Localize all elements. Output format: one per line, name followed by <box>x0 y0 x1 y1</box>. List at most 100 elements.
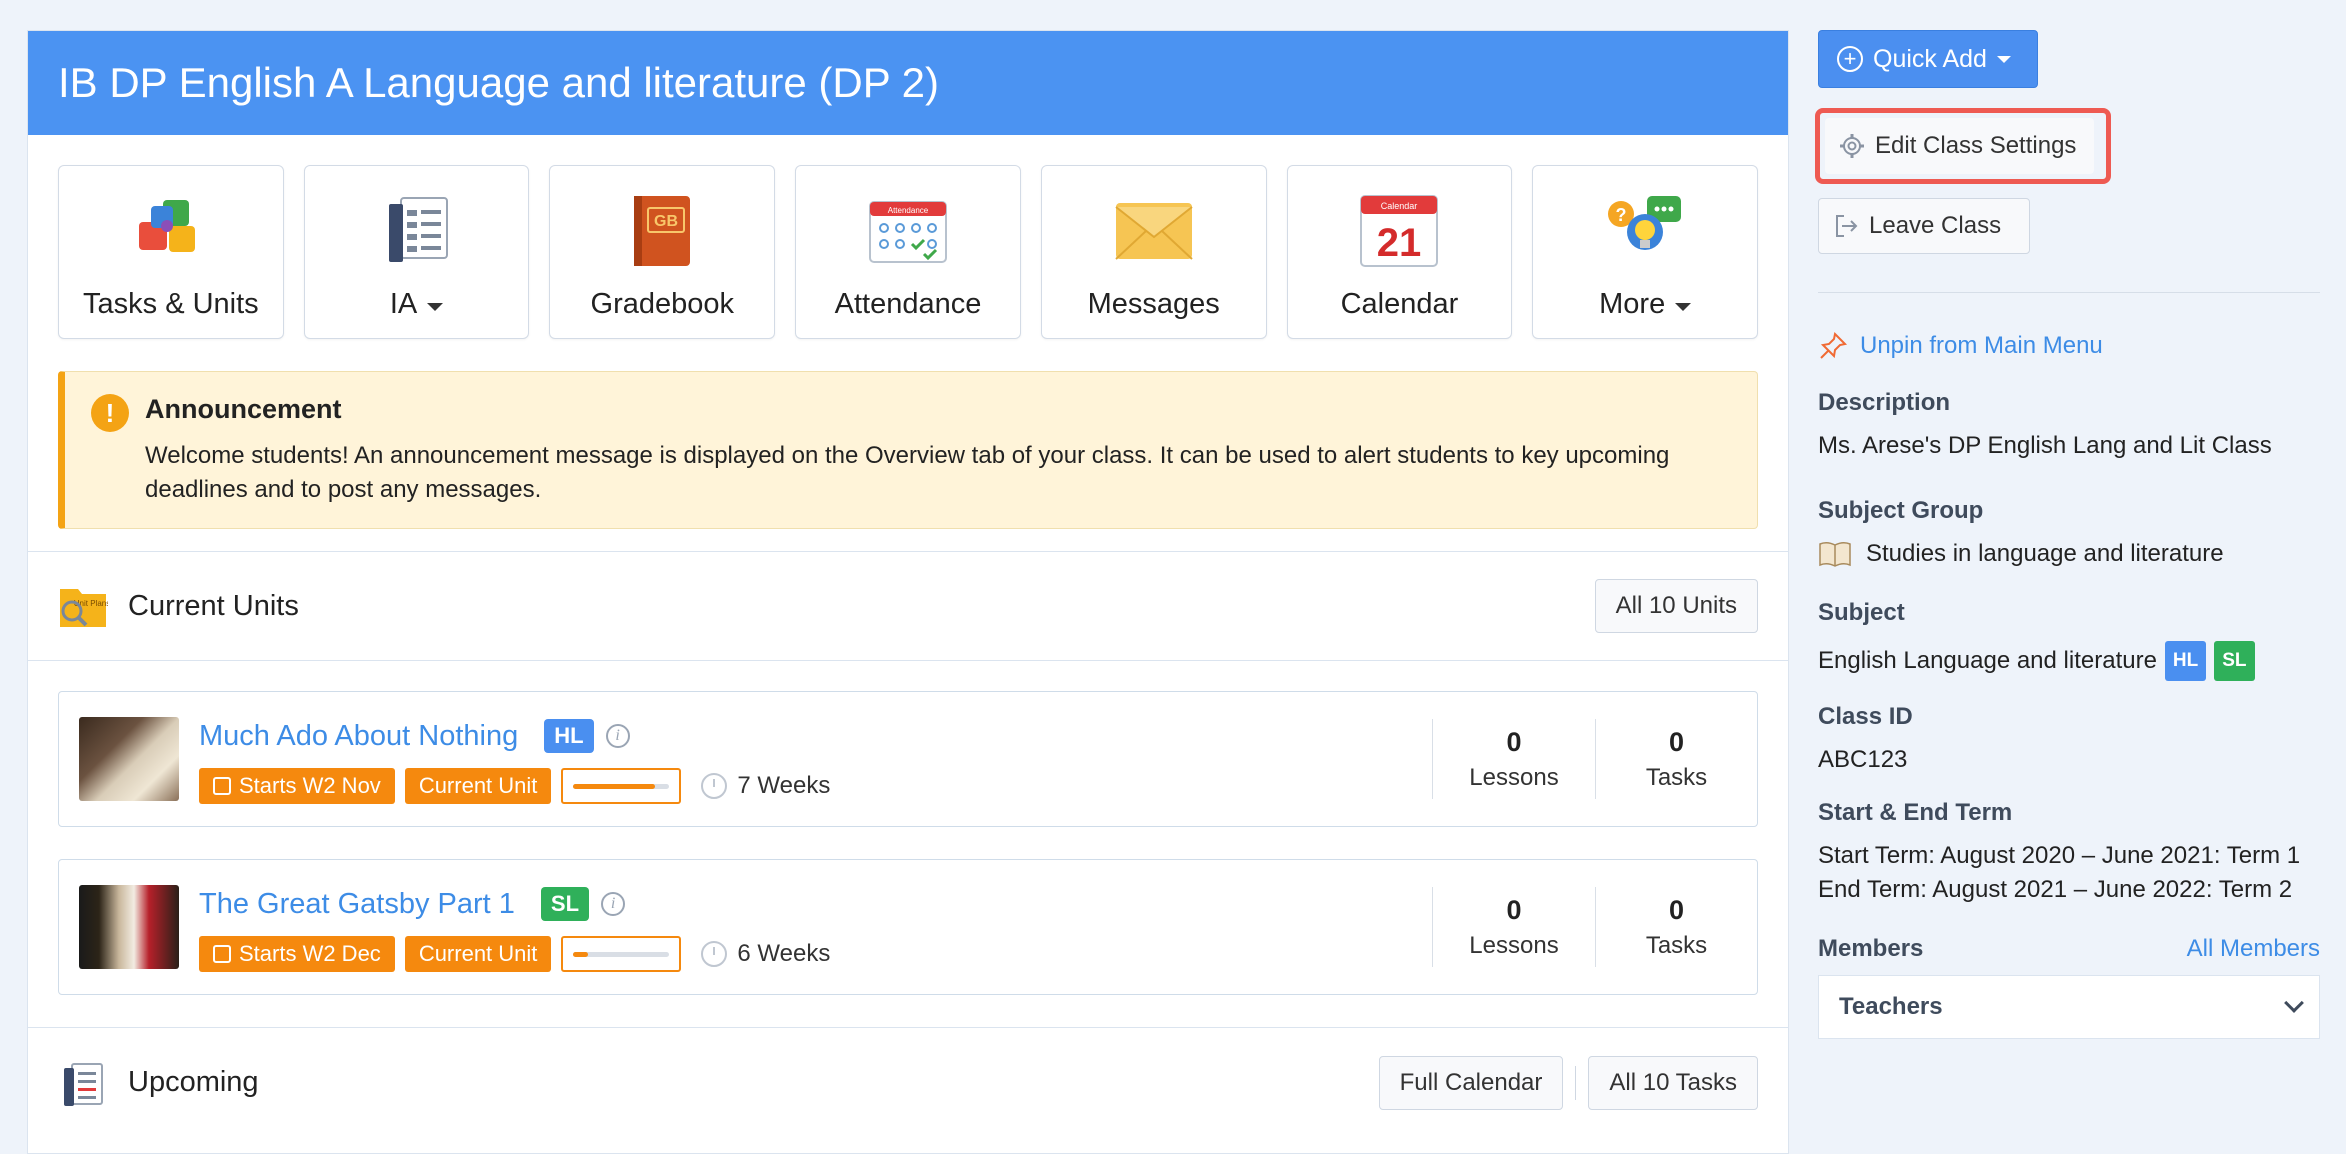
tile-calendar[interactable]: Calendar 21 Calendar <box>1286 165 1513 339</box>
quick-add-button[interactable]: + Quick Add <box>1818 30 2038 88</box>
start-date-text: Starts W2 Nov <box>239 773 381 798</box>
info-icon[interactable]: i <box>605 724 630 748</box>
sl-badge: SL <box>2214 641 2255 681</box>
more-icon: ? <box>1605 190 1685 270</box>
calendar-small-icon <box>213 945 231 963</box>
class-title: IB DP English A Language and literature … <box>58 59 940 106</box>
attendance-icon: Attendance <box>868 190 948 270</box>
class-title-bar: IB DP English A Language and literature … <box>28 31 1788 135</box>
class-overview-panel: IB DP English A Language and literature … <box>27 30 1789 1154</box>
highlight-box: Edit Class Settings <box>1815 108 2111 184</box>
divider <box>1575 1065 1577 1100</box>
tasks-count: 0 <box>1668 726 1685 757</box>
unit-stats: 0 Lessons 0 Tasks <box>1432 887 1757 967</box>
subject-label: Subject <box>1818 599 1905 626</box>
tile-ia[interactable]: IA <box>303 165 530 339</box>
current-units-title: Current Units <box>128 589 299 622</box>
clock-icon <box>701 773 728 799</box>
gradebook-icon-text: GB <box>654 213 678 230</box>
start-term-value: Start Term: August 2020 – June 2021: Ter… <box>1818 842 2301 869</box>
current-units-header: Unit Plans Current Units All 10 Units <box>28 551 1788 661</box>
leave-class-button[interactable]: Leave Class <box>1818 198 2030 254</box>
unit-duration: 7 Weeks <box>737 772 831 799</box>
upcoming-icon <box>58 1058 108 1108</box>
quick-add-label: Quick Add <box>1873 44 1987 73</box>
class-id-value: ABC123 <box>1818 746 1908 773</box>
lessons-label: Lessons <box>1469 763 1559 791</box>
tasks-label: Tasks <box>1645 763 1708 791</box>
info-icon[interactable]: i <box>601 892 626 916</box>
tile-label: Messages <box>1087 288 1220 320</box>
gradebook-icon: GB <box>622 190 702 270</box>
description-label: Description <box>1818 389 1951 416</box>
subject-group-text: Studies in language and literature <box>1866 540 2224 567</box>
leave-class-label: Leave Class <box>1869 212 2002 239</box>
unit-card[interactable]: Much Ado About Nothing HL i Starts W2 No… <box>58 691 1758 827</box>
unit-progress-bar <box>561 936 682 972</box>
level-badge: SL <box>540 887 590 921</box>
lessons-count: 0 <box>1506 894 1522 925</box>
tile-tasks-units[interactable]: Tasks & Units <box>58 165 284 339</box>
all-members-link[interactable]: All Members <box>2187 935 2320 963</box>
lessons-label: Lessons <box>1469 931 1559 959</box>
unit-duration: 6 Weeks <box>737 940 831 967</box>
calendar-icon-header: Calendar <box>1381 201 1418 211</box>
puzzle-icon <box>131 190 211 270</box>
upcoming-title: Upcoming <box>128 1066 259 1098</box>
unit-title-link[interactable]: Much Ado About Nothing <box>199 720 518 753</box>
class-sidebar: + Quick Add Edit Class Settings Leave Cl… <box>1815 30 2320 1039</box>
end-term-value: End Term: August 2021 – June 2022: Term … <box>1818 876 2293 903</box>
unit-progress-fill <box>573 952 588 957</box>
tile-messages[interactable]: Messages <box>1040 165 1267 339</box>
warning-icon: ! <box>91 394 129 432</box>
lessons-stat: 0 Lessons <box>1433 887 1595 967</box>
tile-more[interactable]: ? More <box>1532 165 1759 339</box>
class-id-label: Class ID <box>1818 703 1913 730</box>
tile-gradebook[interactable]: GB Gradebook <box>549 165 776 339</box>
tasks-count: 0 <box>1668 894 1685 925</box>
announcement-box: ! Announcement Welcome students! An anno… <box>58 371 1758 529</box>
announcement-title: Announcement <box>145 394 342 424</box>
subject-text: English Language and literature <box>1818 647 2157 674</box>
class-nav-tiles: Tasks & Units IA GB Gradebook Attendance… <box>28 135 1788 339</box>
calendar-icon: Calendar 21 <box>1359 190 1439 270</box>
tile-attendance[interactable]: Attendance Attendance <box>795 165 1021 339</box>
caret-down-icon <box>427 302 444 311</box>
hl-badge: HL <box>2164 641 2207 681</box>
start-date-tag: Starts W2 Dec <box>199 936 395 972</box>
calendar-icon-day: 21 <box>1377 221 1422 265</box>
members-label: Members <box>1818 935 1924 962</box>
subject-group-label: Subject Group <box>1818 497 1984 524</box>
subject-value: English Language and literature HL SL <box>1818 641 2318 681</box>
clock-icon <box>701 941 728 967</box>
divider <box>1818 292 2320 293</box>
all-units-button[interactable]: All 10 Units <box>1594 579 1758 633</box>
gear-icon <box>1840 134 1864 158</box>
tile-label: Attendance <box>834 288 982 320</box>
edit-class-settings-label: Edit Class Settings <box>1875 132 2077 159</box>
subject-group-value: Studies in language and literature <box>1818 537 2318 571</box>
current-unit-tag: Current Unit <box>404 768 552 804</box>
calendar-small-icon <box>213 777 231 795</box>
unit-progress-fill <box>573 784 655 789</box>
level-badge: HL <box>544 719 594 753</box>
unit-plans-icon: Unit Plans <box>58 581 110 631</box>
unit-card[interactable]: The Great Gatsby Part 1 SL i Starts W2 D… <box>58 859 1758 995</box>
unit-title-link[interactable]: The Great Gatsby Part 1 <box>199 888 515 921</box>
teachers-label: Teachers <box>1839 993 1943 1020</box>
all-tasks-button[interactable]: All 10 Tasks <box>1588 1055 1758 1110</box>
unpin-link[interactable]: Unpin from Main Menu <box>1818 331 2318 361</box>
open-book-icon <box>1819 541 1851 567</box>
units-list: Much Ado About Nothing HL i Starts W2 No… <box>28 661 1788 995</box>
tasks-stat: 0 Tasks <box>1595 887 1757 967</box>
edit-class-settings-button[interactable]: Edit Class Settings <box>1825 118 2095 174</box>
plus-circle-icon: + <box>1837 46 1863 72</box>
envelope-icon <box>1114 190 1194 270</box>
lessons-stat: 0 Lessons <box>1433 719 1595 799</box>
teachers-accordion[interactable]: Teachers <box>1818 975 2320 1039</box>
full-calendar-button[interactable]: Full Calendar <box>1378 1055 1564 1110</box>
lessons-count: 0 <box>1506 726 1522 757</box>
tile-label: Calendar <box>1340 288 1459 320</box>
tasks-label: Tasks <box>1645 931 1708 959</box>
unit-thumbnail <box>79 885 179 969</box>
